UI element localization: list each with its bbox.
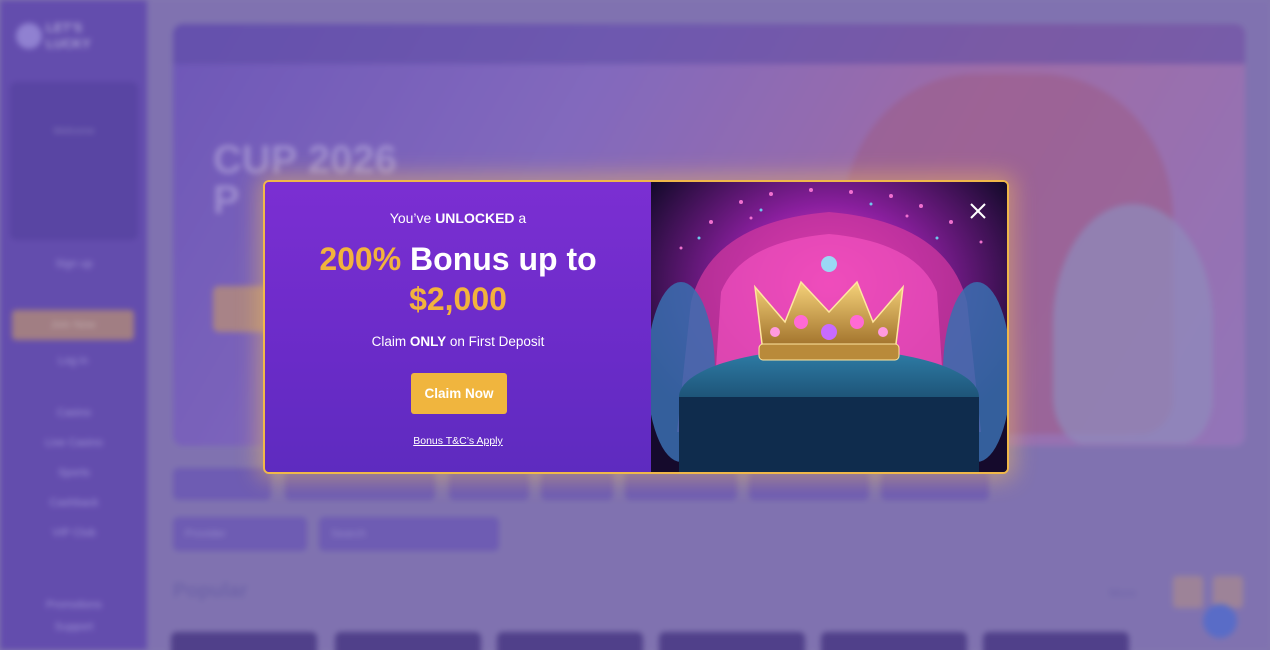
- bonus-terms-link[interactable]: Bonus T&C’s Apply: [265, 435, 651, 447]
- close-modal-button[interactable]: [965, 198, 991, 224]
- modal-image-panel: [651, 182, 1007, 472]
- bonus-headline: 200% Bonus up to: [265, 240, 651, 278]
- close-icon: [970, 203, 986, 219]
- bonus-modal: You’ve UNLOCKED a 200% Bonus up to $2,00…: [263, 180, 1009, 474]
- bonus-amount: $2,000: [409, 281, 507, 317]
- bonus-headline-rest: Bonus up to: [401, 241, 597, 277]
- claim-prefix: Claim: [371, 334, 410, 349]
- claim-suffix: on First Deposit: [446, 334, 545, 349]
- claim-condition: Claim ONLY on First Deposit: [265, 334, 651, 349]
- unlock-suffix: a: [514, 210, 527, 226]
- claim-bold: ONLY: [409, 334, 447, 349]
- unlock-text: You’ve UNLOCKED a: [265, 210, 651, 226]
- crown-on-throne-image: [651, 182, 1007, 472]
- modal-offer-panel: You’ve UNLOCKED a 200% Bonus up to $2,00…: [265, 182, 651, 472]
- bonus-percentage: 200%: [319, 241, 402, 277]
- unlock-prefix: You’ve: [389, 210, 436, 226]
- claim-now-button[interactable]: Claim Now: [411, 373, 507, 414]
- unlock-bold: UNLOCKED: [435, 210, 515, 226]
